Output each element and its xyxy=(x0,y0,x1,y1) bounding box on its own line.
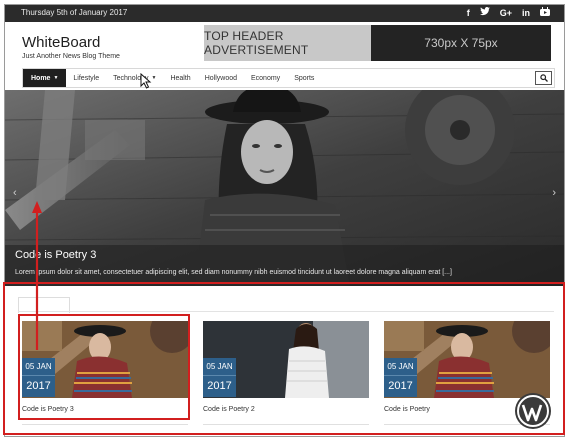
annotation-card-highlight xyxy=(18,314,190,420)
slide-title[interactable]: Code is Poetry 3 xyxy=(15,249,96,261)
social-links: f G+ in xyxy=(467,7,550,20)
search-icon xyxy=(539,74,548,82)
chevron-down-icon: ▼ xyxy=(53,75,59,81)
nav-item-technology[interactable]: Technology ▼ xyxy=(106,69,163,87)
wordpress-logo-icon xyxy=(515,393,551,429)
slider-prev-button[interactable]: ‹ xyxy=(13,187,17,199)
ad-label: TOP HEADER ADVERTISEMENT xyxy=(204,25,371,61)
main-navigation: Home ▼ Lifestyle Technology ▼ Health Holly… xyxy=(22,68,555,88)
facebook-icon[interactable]: f xyxy=(467,7,470,20)
featured-slider[interactable]: ‹ › Code is Poetry 3 Lorem ipsum dolor s… xyxy=(5,90,564,286)
nav-item-hollywood[interactable]: Hollywood xyxy=(198,69,244,87)
site-branding: WhiteBoard Just Another News Blog Theme xyxy=(22,34,120,60)
ad-size: 730px X 75px xyxy=(371,25,551,61)
site-title[interactable]: WhiteBoard xyxy=(22,34,120,51)
current-date: Thursday 5th of January 2017 xyxy=(21,8,128,17)
mouse-cursor-icon xyxy=(140,73,152,89)
nav-item-economy[interactable]: Economy xyxy=(244,69,287,87)
top-bar: Thursday 5th of January 2017 f G+ in xyxy=(5,5,564,22)
nav-item-home[interactable]: Home ▼ xyxy=(23,69,67,87)
slide-excerpt: Lorem ipsum dolor sit amet, consectetuer… xyxy=(15,269,452,276)
google-plus-icon[interactable]: G+ xyxy=(500,7,512,20)
slide-caption: Code is Poetry 3 Lorem ipsum dolor sit a… xyxy=(5,245,564,286)
nav-item-health[interactable]: Health xyxy=(163,69,197,87)
nav-item-lifestyle[interactable]: Lifestyle xyxy=(66,69,106,87)
header-advertisement[interactable]: TOP HEADER ADVERTISEMENT 730px X 75px xyxy=(204,25,551,61)
site-tagline: Just Another News Blog Theme xyxy=(22,53,120,60)
nav-item-sports[interactable]: Sports xyxy=(287,69,321,87)
search-button[interactable] xyxy=(535,71,552,85)
youtube-icon[interactable] xyxy=(540,7,550,20)
slider-next-button[interactable]: › xyxy=(552,187,556,199)
linkedin-icon[interactable]: in xyxy=(522,7,530,20)
twitter-icon[interactable] xyxy=(479,7,490,20)
chevron-down-icon: ▼ xyxy=(151,75,157,81)
